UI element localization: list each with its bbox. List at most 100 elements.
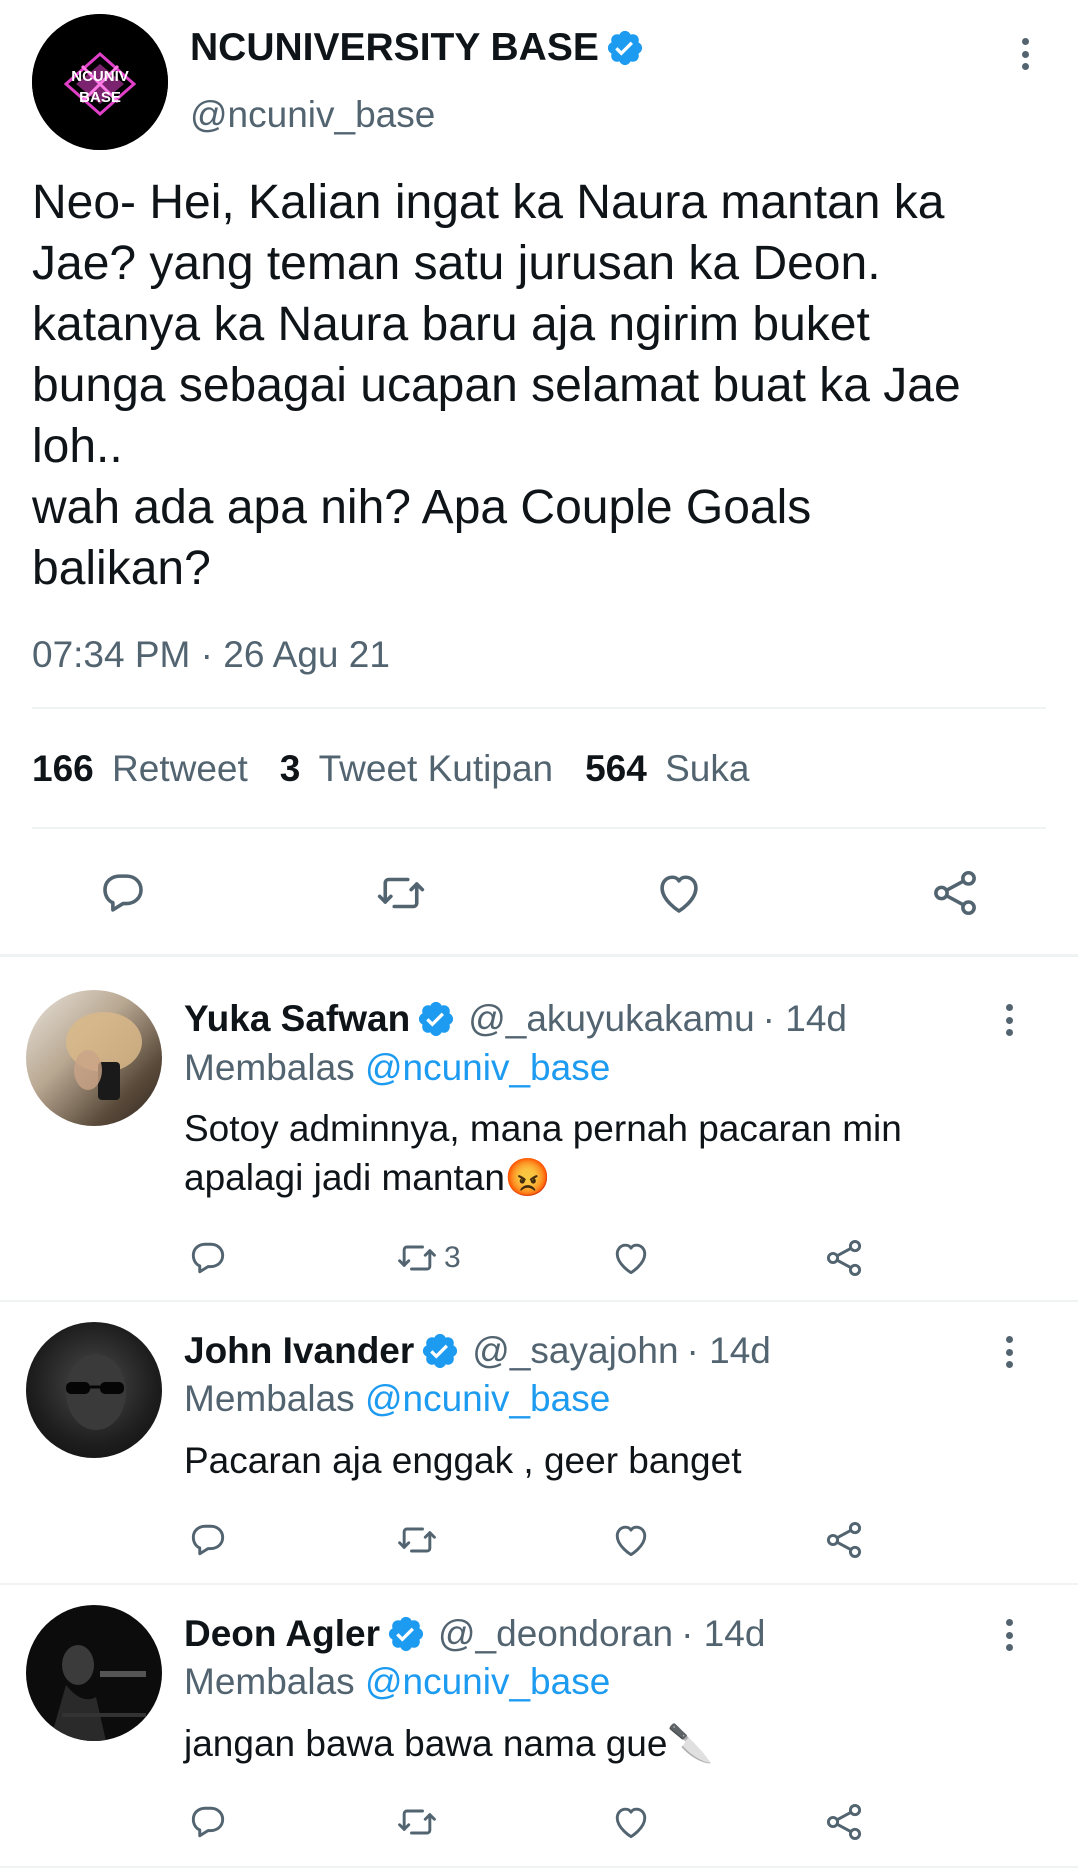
like-button[interactable] [609,1800,653,1844]
more-options-icon[interactable] [1013,38,1037,70]
reply-button[interactable] [186,1800,230,1844]
share-icon [826,1804,862,1840]
divider [32,827,1046,829]
retweet-button[interactable] [372,866,430,920]
divider [0,1583,1078,1585]
replying-to-link[interactable]: @ncuniv_base [365,1047,610,1088]
avatar[interactable] [26,1605,162,1741]
tweet-text-line: bunga sebagai ucapan selamat buat ka Jae [32,359,961,412]
ncuniv-logo: NCUNIV BASE [32,14,168,150]
reply-time: · 14d [686,1330,771,1371]
profile-photo [66,1354,126,1430]
like-button[interactable] [609,1236,653,1280]
like-icon [615,1243,647,1275]
avatar[interactable] [26,1322,162,1458]
like-button[interactable] [652,866,706,920]
tweet-text-line: wah ada apa nih? Apa Couple Goals [32,481,812,534]
likes-label: Suka [665,748,750,789]
retweet-icon [398,1527,436,1553]
share-icon [826,1240,862,1276]
share-icon [826,1522,862,1558]
reply-author-name[interactable]: Yuka Safwan [184,998,410,1040]
reply-text-line: apalagi jadi mantan [184,1157,505,1198]
tweet-text-line: balikan? [32,542,211,595]
like-stat[interactable]: 564 Suka [585,748,749,790]
reply-icon [191,1524,225,1556]
verified-badge-icon [388,1616,424,1652]
quotes-label: Tweet Kutipan [318,748,554,789]
retweet-button[interactable] [394,1518,440,1562]
angry-face-emoji: 😡 [504,1157,551,1198]
tweet-text: Neo- Hei, Kalian ingat ka Naura mantan k… [32,172,1052,599]
retweet-count: 3 [444,1241,461,1274]
retweet-button[interactable]: 3 [394,1236,461,1280]
replying-to-link[interactable]: @ncuniv_base [365,1378,610,1419]
more-options-icon[interactable] [997,1336,1021,1368]
share-button[interactable] [822,1236,866,1280]
reply-button[interactable] [186,1518,230,1562]
reply-text: Sotoy adminnya, mana pernah pacaran min … [184,1104,902,1202]
share-icon [934,870,976,916]
author-handle[interactable]: @ncuniv_base [190,94,435,136]
author-avatar[interactable]: NCUNIV BASE [32,14,168,150]
verified-badge-icon [423,1333,458,1369]
tweet-text-line: Jae? yang teman satu jurusan ka Deon. [32,237,881,290]
retweet-icon [398,1245,436,1271]
share-button[interactable] [822,1800,866,1844]
tweet-timestamp[interactable]: 07:34 PM · 26 Agu 21 [32,634,390,676]
like-button[interactable] [609,1518,653,1562]
retweet-button[interactable] [394,1800,440,1844]
divider [0,1300,1078,1302]
avatar[interactable] [26,990,162,1126]
replying-to-prefix: Membalas [184,1378,355,1419]
tweet-text-line: katanya ka Naura baru aja ngirim buket [32,298,870,351]
reply-author-handle[interactable]: @_deondoran [438,1613,673,1655]
reply-author-handle[interactable]: @_sayajohn [472,1330,678,1372]
more-options-icon[interactable] [997,1004,1021,1036]
like-icon [615,1807,647,1839]
reply-author-name[interactable]: John Ivander [184,1330,414,1372]
reply-time: · 14d [681,1613,766,1654]
svg-text:NCUNIV: NCUNIV [71,68,129,85]
retweets-label: Retweet [112,748,248,789]
reply-icon [191,1242,225,1274]
reply-text-line: jangan bawa bawa nama gue [184,1723,668,1764]
quotes-count: 3 [279,748,301,789]
divider [32,707,1046,709]
like-icon [615,1525,647,1557]
retweet-icon [398,1809,436,1835]
reply-author-name[interactable]: Deon Agler [184,1613,380,1655]
retweet-stat[interactable]: 166 Retweet [32,748,248,790]
knife-emoji: 🔪 [667,1723,714,1764]
tweet-stats: 166 Retweet 3 Tweet Kutipan 564 Suka [32,748,749,790]
tweet-text-line: Neo- Hei, Kalian ingat ka Naura mantan k… [32,176,945,229]
reply-text-line: Sotoy adminnya, mana pernah pacaran min [184,1108,902,1149]
profile-photo [50,1645,146,1741]
reply-icon [191,1806,225,1838]
reply-button[interactable] [186,1236,230,1280]
verified-badge-icon [419,1001,454,1037]
retweet-icon [377,877,425,909]
replying-to-prefix: Membalas [184,1661,355,1702]
reply-button[interactable] [96,866,150,920]
like-icon [660,875,698,913]
reply-author-handle[interactable]: @_akuyukakamu [468,998,754,1040]
more-options-icon[interactable] [997,1619,1021,1651]
likes-count: 564 [585,748,647,789]
quote-stat[interactable]: 3 Tweet Kutipan [280,748,553,790]
divider [0,1866,1078,1868]
section-separator [0,954,1078,957]
reply-time: · 14d [762,998,847,1039]
svg-text:BASE: BASE [79,89,121,106]
share-button[interactable] [928,866,982,920]
replying-to-prefix: Membalas [184,1047,355,1088]
reply-icon [103,874,143,912]
tweet-text-line: loh.. [32,420,123,473]
author-name[interactable]: NCUNIVERSITY BASE [190,26,599,70]
retweets-count: 166 [32,748,94,789]
reply-text: jangan bawa bawa nama gue🔪 [184,1719,714,1768]
verified-badge-icon [607,30,642,66]
reply-text: Pacaran aja enggak , geer banget [184,1440,742,1481]
share-button[interactable] [822,1518,866,1562]
replying-to-link[interactable]: @ncuniv_base [365,1661,610,1702]
